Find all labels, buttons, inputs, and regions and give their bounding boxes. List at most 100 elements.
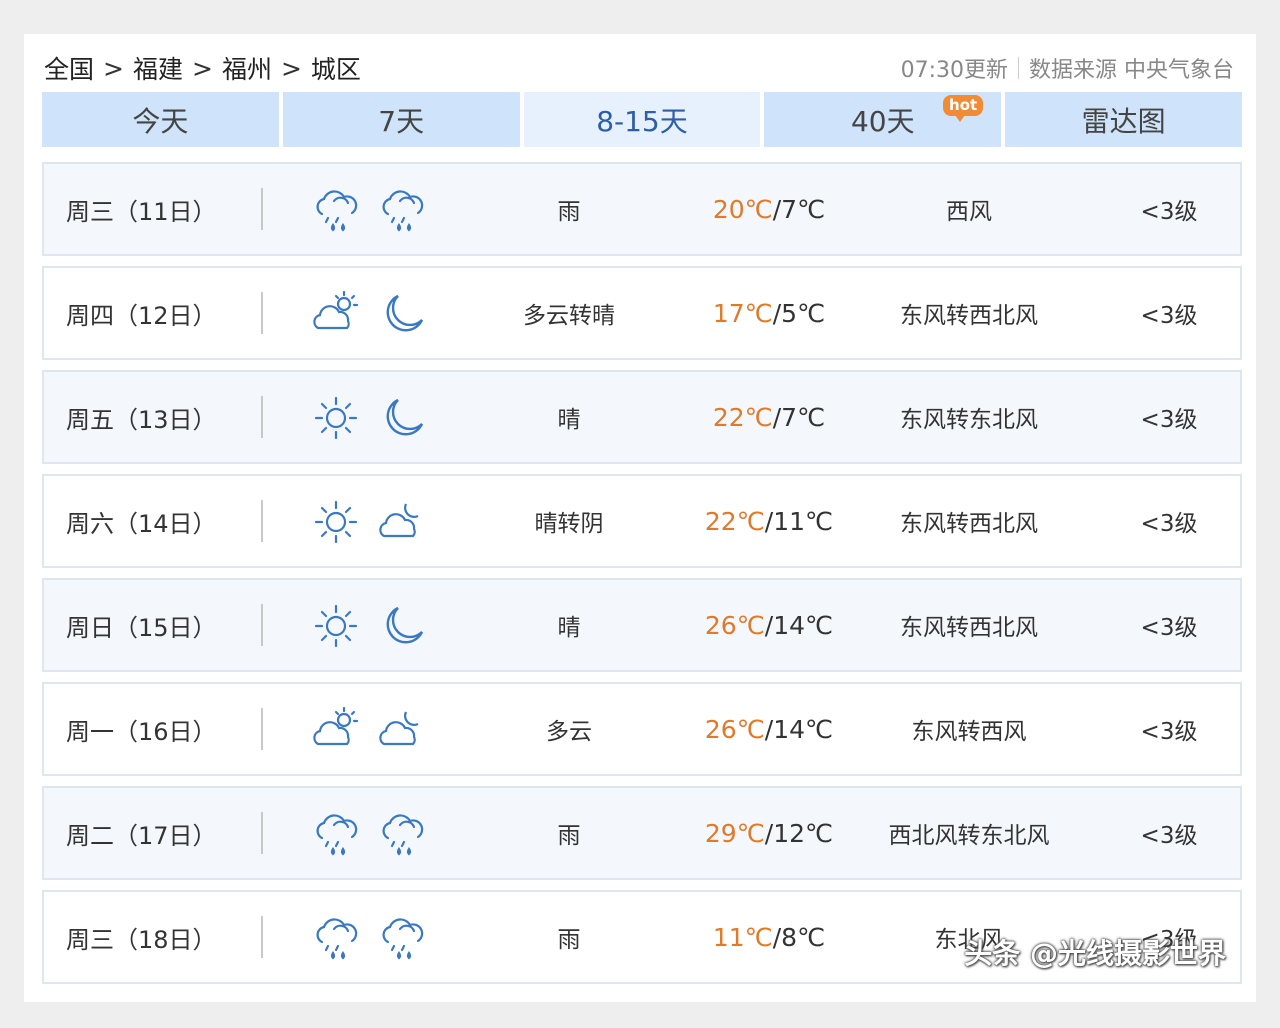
- tab-label: 雷达图: [1081, 104, 1166, 138]
- wind-direction: 东风转西北风: [900, 511, 1038, 537]
- hot-badge: hot: [943, 95, 984, 122]
- temp-separator: /: [764, 714, 774, 744]
- high-temp: 22℃: [704, 506, 765, 536]
- day-label: 周三（18日）: [66, 925, 217, 954]
- weather-icons: [310, 184, 428, 240]
- weather-card: 全国 > 福建 > 福州 > 城区 07:30更新 数据来源 中央气象台 今天 …: [24, 34, 1256, 1002]
- wind-level: <3级: [1140, 823, 1198, 849]
- divider: [1018, 57, 1019, 79]
- breadcrumb: 全国 > 福建 > 福州 > 城区: [44, 50, 361, 86]
- forecast-row: 周五（13日） 晴 22℃/7℃ 东风转东北风 <3级: [42, 370, 1242, 464]
- day-label: 周五（13日）: [66, 405, 217, 434]
- forecast-row: 周二（17日） 雨 29℃/12℃ 西北风转东北风 <3级: [42, 786, 1242, 880]
- update-info: 07:30更新 数据来源 中央气象台: [901, 52, 1234, 84]
- divider: [261, 812, 263, 854]
- high-temp: 11℃: [712, 922, 773, 952]
- wind-direction: 西北风转东北风: [888, 823, 1050, 849]
- low-temp: 7℃: [781, 194, 826, 224]
- temp-separator: /: [764, 818, 774, 848]
- tab-7-days[interactable]: 7天: [282, 92, 520, 147]
- low-temp: 14℃: [773, 610, 834, 640]
- wind-direction: 东风转西北风: [900, 615, 1038, 641]
- high-temp: 26℃: [704, 714, 765, 744]
- temperature: 22℃/7℃: [664, 403, 874, 432]
- watermark: 头条 @光线摄影世界: [964, 937, 1226, 970]
- high-temp: 26℃: [704, 610, 765, 640]
- low-temp: 11℃: [773, 506, 834, 536]
- low-temp: 12℃: [773, 818, 834, 848]
- partly-cloudy-day-icon: [310, 704, 362, 760]
- tab-label: 40天: [850, 104, 915, 138]
- temp-separator: /: [772, 298, 782, 328]
- temperature: 22℃/11℃: [664, 507, 874, 536]
- weather-icons: [310, 496, 428, 552]
- temperature: 17℃/5℃: [664, 299, 874, 328]
- tab-radar[interactable]: 雷达图: [1005, 92, 1242, 147]
- divider: [261, 500, 263, 542]
- forecast-row: 周一（16日） 多云 26℃/14℃ 东风转西风 <3级: [42, 682, 1242, 776]
- breadcrumb-separator: >: [103, 53, 124, 83]
- breadcrumb-item-province[interactable]: 福建: [133, 50, 183, 86]
- temperature: 26℃/14℃: [664, 611, 874, 640]
- weather-icons: [310, 808, 428, 864]
- partly-cloudy-day-icon: [310, 288, 362, 344]
- update-time: 07:30更新: [900, 58, 1008, 83]
- temp-separator: /: [772, 194, 782, 224]
- forecast-tabs: 今天 7天 8-15天 40天 hot 雷达图: [42, 92, 1242, 147]
- wind-direction: 西风: [946, 199, 992, 225]
- tab-8-15-days[interactable]: 8-15天: [523, 92, 761, 147]
- wind-level: <3级: [1140, 615, 1198, 641]
- breadcrumb-item-district: 城区: [310, 55, 361, 84]
- tab-label: 今天: [132, 104, 189, 138]
- divider: [261, 916, 263, 958]
- breadcrumb-item-city[interactable]: 福州: [222, 50, 272, 86]
- high-temp: 20℃: [712, 194, 773, 224]
- sun-icon: [310, 392, 362, 448]
- tab-label: 7天: [378, 104, 425, 138]
- weather-icons: [310, 288, 428, 344]
- day-label: 周四（12日）: [66, 301, 217, 330]
- wind-level: <3级: [1140, 511, 1198, 537]
- tab-label: 8-15天: [596, 104, 688, 138]
- moon-icon: [376, 288, 428, 344]
- rain-icon: [310, 184, 362, 240]
- forecast-row: 周三（11日） 雨 20℃/7℃ 西风 <3级: [42, 162, 1242, 256]
- forecast-row: 周四（12日） 多云转晴 17℃/5℃ 东风转西北风 <3级: [42, 266, 1242, 360]
- breadcrumb-item-country[interactable]: 全国: [44, 50, 94, 86]
- moon-icon: [376, 392, 428, 448]
- breadcrumb-separator: >: [280, 53, 302, 83]
- divider: [261, 292, 263, 334]
- rain-icon: [310, 912, 362, 968]
- day-label: 周二（17日）: [66, 821, 217, 850]
- wind-direction: 东风转东北风: [900, 407, 1038, 433]
- temp-separator: /: [772, 922, 782, 952]
- low-temp: 7℃: [781, 402, 826, 432]
- cloudy-night-icon: [376, 704, 428, 760]
- tab-today[interactable]: 今天: [42, 92, 279, 147]
- sun-icon: [310, 600, 362, 656]
- wind-level: <3级: [1140, 719, 1198, 745]
- rain-icon: [376, 912, 428, 968]
- breadcrumb-separator: >: [191, 53, 213, 83]
- top-bar: 全国 > 福建 > 福州 > 城区 07:30更新 数据来源 中央气象台: [44, 48, 1234, 88]
- moon-icon: [376, 600, 428, 656]
- temperature: 29℃/12℃: [664, 819, 874, 848]
- temp-separator: /: [772, 402, 782, 432]
- forecast-row: 周日（15日） 晴 26℃/14℃ 东风转西北风 <3级: [42, 578, 1242, 672]
- temperature: 26℃/14℃: [664, 715, 874, 744]
- day-label: 周日（15日）: [66, 613, 217, 642]
- tab-40-days[interactable]: 40天 hot: [764, 92, 1002, 147]
- sun-icon: [310, 496, 362, 552]
- low-temp: 8℃: [781, 922, 826, 952]
- day-label: 周三（11日）: [66, 197, 217, 226]
- low-temp: 14℃: [773, 714, 834, 744]
- rain-icon: [376, 184, 428, 240]
- divider: [261, 396, 263, 438]
- weather-icons: [310, 704, 428, 760]
- rain-icon: [376, 808, 428, 864]
- day-label: 周一（16日）: [66, 717, 217, 746]
- divider: [261, 604, 263, 646]
- wind-direction: 东风转西北风: [900, 303, 1038, 329]
- temp-separator: /: [764, 506, 774, 536]
- cloudy-night-icon: [376, 496, 428, 552]
